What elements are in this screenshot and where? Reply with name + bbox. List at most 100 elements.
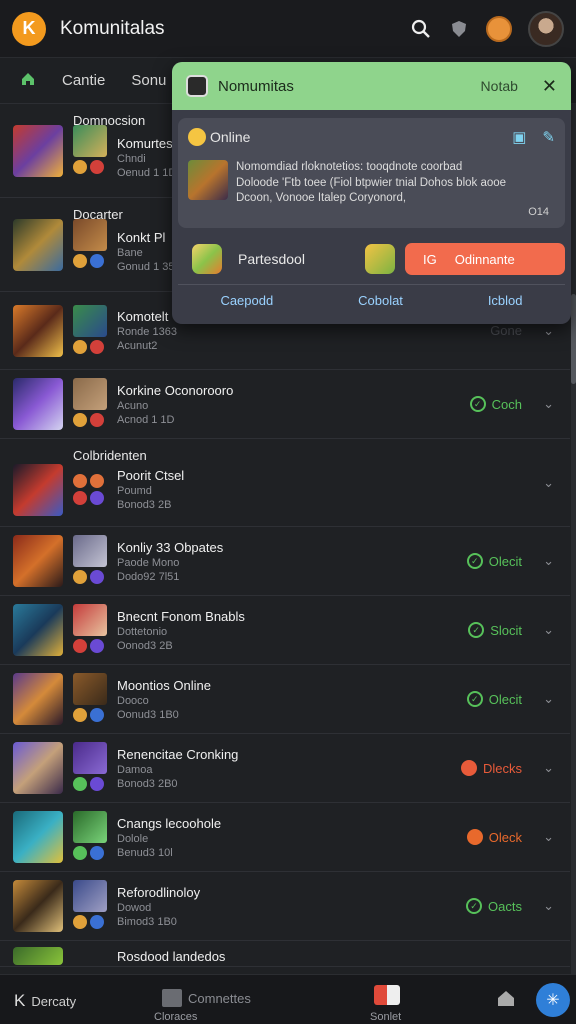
row-meta: Bonod3 2B [117, 499, 172, 511]
nav-item-dercaty[interactable]: K Dercaty [14, 991, 76, 1011]
game-icon [374, 985, 400, 1005]
popup-header: Nomumitas Notab ✕ [172, 62, 571, 110]
row-meta: Dodo92 7l51 [117, 570, 180, 583]
shield-icon[interactable] [448, 18, 470, 40]
alert-icon [466, 829, 483, 845]
row-subtitle: Damoa [117, 763, 153, 776]
list-item[interactable]: Bnecnt Fonom Bnabls Dottetonio Oonod3 2B… [0, 596, 570, 665]
home-icon[interactable] [20, 71, 36, 91]
badge-icon [73, 915, 87, 929]
character-icon [73, 880, 107, 912]
check-icon: ✓ [468, 622, 485, 638]
badge-icon [90, 915, 104, 929]
list-item[interactable]: Renencitae Cronking Damoa Bonod3 2B0 Dle… [0, 734, 570, 803]
nav-sub-label: Cloraces [154, 1011, 198, 1023]
app-logo[interactable]: K [12, 11, 46, 46]
chevron-down-icon[interactable]: ⌄ [543, 829, 554, 845]
status-badge: Oleck [466, 829, 522, 845]
row-meta: Oenud 1 1D [117, 167, 177, 179]
game-thumbnail [13, 463, 63, 516]
search-icon[interactable] [410, 18, 432, 40]
row-subtitle: Bane [117, 247, 143, 259]
chevron-down-icon[interactable]: ⌄ [543, 323, 554, 339]
row-meta: Oonud3 1B0 [117, 708, 179, 721]
game-thumbnail [13, 947, 63, 965]
game-thumbnail [13, 304, 63, 357]
notification-card[interactable]: Online ▣ ✎ Nomomdiad rloknotetios: tooqd… [178, 118, 565, 228]
row-title: Poorit Ctsel [117, 468, 185, 483]
chevron-down-icon[interactable]: ⌄ [543, 622, 554, 638]
character-icon [73, 811, 107, 843]
character-icon [73, 673, 107, 705]
chevron-down-icon[interactable]: ⌄ [543, 898, 554, 914]
avatar[interactable] [528, 10, 564, 47]
list-item[interactable]: Colbridenten Poorit Ctsel Poumd Bonod3 2… [0, 439, 570, 527]
tab-cantie[interactable]: Cantie [62, 72, 105, 89]
status-badge: ✓ Coch [469, 396, 522, 412]
popup-links: Caepodd Cobolat Icblod [178, 284, 565, 316]
badge-icon [73, 473, 87, 488]
row-subtitle: Dolole [117, 832, 149, 845]
alert-icon [460, 760, 477, 776]
popup-link[interactable]: Cobolat [358, 293, 403, 308]
popup-link[interactable]: Caepodd [220, 293, 273, 308]
row-title: Korkine Oconorooro [117, 382, 234, 398]
list-item[interactable]: Reforodlinoloy Dowod Bimod3 1B0 ✓ Oacts … [0, 872, 570, 941]
online-status: Online [210, 129, 251, 145]
badge-icon [90, 777, 104, 791]
section-label: Colbridenten [73, 448, 147, 463]
scrollbar[interactable] [571, 104, 576, 974]
character-icon [73, 742, 107, 774]
character-icon [73, 378, 107, 410]
game-thumbnail [13, 218, 63, 271]
scrollbar-thumb[interactable] [571, 294, 576, 384]
check-icon: ✓ [469, 396, 486, 412]
row-subtitle: Poumd [117, 485, 152, 497]
list-item[interactable]: Moontios Online Dooco Oonud3 1B0 ✓ Oleci… [0, 665, 570, 734]
settings-fab[interactable]: ✳ [536, 983, 570, 1017]
badge-icon [73, 339, 87, 354]
list-item[interactable]: Cnangs lecoohole Dolole Benud3 10l Oleck… [0, 803, 570, 872]
section-label: Domnocsion [73, 113, 146, 128]
game-thumbnail [13, 535, 63, 587]
cards-icon [162, 989, 182, 1007]
game-thumbnail [13, 880, 63, 932]
character-icon [73, 304, 107, 337]
badge-icon [73, 639, 87, 653]
popup-link[interactable]: Icblod [488, 293, 523, 308]
badge-icon [90, 413, 104, 427]
coin-icon[interactable] [486, 15, 512, 42]
chevron-down-icon[interactable]: ⌄ [543, 691, 554, 707]
row-title: Komotelt [117, 309, 169, 324]
row-meta: Acnod 1 1D [117, 413, 175, 426]
popup-notab[interactable]: Notab [481, 78, 518, 94]
status-badge: Gone [490, 323, 522, 338]
game-thumbnail [13, 742, 63, 794]
row-title: Moontios Online [117, 677, 211, 693]
primary-button[interactable]: IG Odinnante [405, 243, 565, 275]
list-item[interactable]: Konliy 33 Obpates Paode Mono Dodo92 7l51… [0, 527, 570, 596]
list-item[interactable]: Korkine Oconorooro Acuno Acnod 1 1D ✓ Co… [0, 370, 570, 439]
game-thumbnail [188, 160, 228, 200]
nav-item-home[interactable] [496, 989, 516, 1010]
badge-icon [73, 159, 87, 174]
lock-icon[interactable]: ▣ [512, 128, 526, 146]
tab-sonu[interactable]: Sonu [131, 72, 166, 89]
character-icon [73, 604, 107, 636]
nav-item-comnettes[interactable]: Comnettes [162, 989, 251, 1007]
row-subtitle: Paode Mono [117, 556, 180, 569]
app-icon [365, 244, 395, 274]
edit-icon[interactable]: ✎ [542, 128, 555, 146]
nav-item-sonlet[interactable] [374, 985, 400, 1005]
chevron-down-icon[interactable]: ⌄ [543, 396, 554, 412]
list-item[interactable]: Rosdood landedos [0, 941, 570, 967]
close-icon[interactable]: ✕ [542, 76, 557, 97]
chevron-down-icon[interactable]: ⌄ [543, 475, 554, 491]
nav-sub-label: Sonlet [370, 1011, 402, 1023]
home-icon [496, 989, 516, 1010]
badge-icon [90, 253, 104, 268]
app-header: K Komunitalas [0, 0, 576, 58]
chevron-down-icon[interactable]: ⌄ [543, 760, 554, 776]
notification-count: O14 [528, 206, 549, 218]
chevron-down-icon[interactable]: ⌄ [543, 553, 554, 569]
